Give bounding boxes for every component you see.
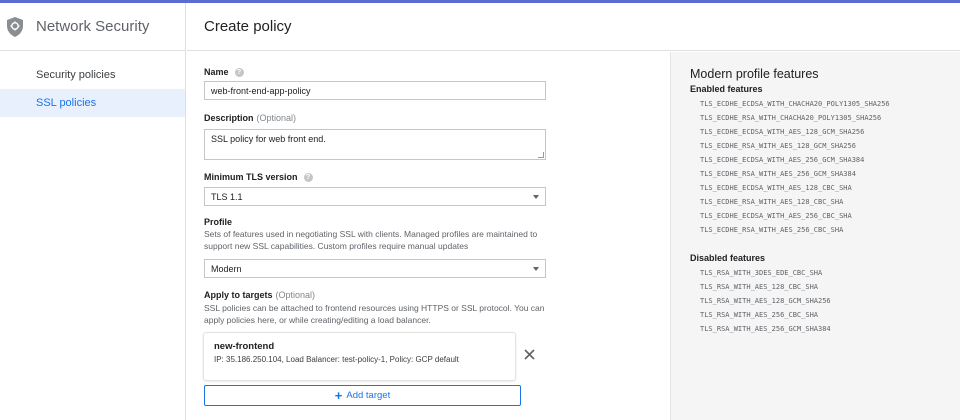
sidebar-item-security-policies[interactable]: Security policies xyxy=(0,61,185,89)
app-title: Network Security xyxy=(36,18,150,35)
feature-item: TLS_ECDHE_ECDSA_WITH_AES_128_CBC_SHA xyxy=(700,184,852,192)
feature-item: TLS_RSA_WITH_AES_128_GCM_SHA256 xyxy=(700,297,831,305)
description-textarea[interactable]: SSL policy for web front end. xyxy=(204,129,546,160)
sidebar-header: Network Security xyxy=(0,3,185,51)
feature-item: TLS_ECDHE_RSA_WITH_CHACHA20_POLY1305_SHA… xyxy=(700,114,882,122)
sidebar-item-label: SSL policies xyxy=(36,97,97,109)
feature-item: TLS_RSA_WITH_AES_256_GCM_SHA384 xyxy=(700,325,831,333)
profile-features-panel: Modern profile features Enabled features… xyxy=(670,52,960,420)
sidebar-item-ssl-policies[interactable]: SSL policies xyxy=(0,89,185,117)
targets-label: Apply to targets (Optional) xyxy=(204,290,316,300)
close-icon xyxy=(523,348,535,360)
feature-item: TLS_ECDHE_RSA_WITH_AES_128_CBC_SHA xyxy=(700,198,844,206)
name-input[interactable]: web-front-end-app-policy xyxy=(204,81,546,100)
chevron-down-icon xyxy=(533,194,539,199)
target-name: new-frontend xyxy=(214,341,275,352)
feature-item: TLS_ECDHE_RSA_WITH_AES_128_GCM_SHA256 xyxy=(700,142,856,150)
targets-description: SSL policies can be attached to frontend… xyxy=(204,303,545,325)
description-label: Description (Optional) xyxy=(204,113,297,123)
disabled-features-heading: Disabled features xyxy=(690,253,766,263)
help-icon[interactable]: ? xyxy=(303,172,313,182)
target-card: new-frontend IP: 35.186.250.104, Load Ba… xyxy=(204,333,515,380)
name-label: Name ? xyxy=(204,67,244,77)
feature-item: TLS_ECDHE_ECDSA_WITH_CHACHA20_POLY1305_S… xyxy=(700,100,890,108)
sidebar-item-label: Security policies xyxy=(36,69,116,81)
feature-item: TLS_RSA_WITH_3DES_EDE_CBC_SHA xyxy=(700,269,823,277)
feature-item: TLS_ECDHE_ECDSA_WITH_AES_256_CBC_SHA xyxy=(700,212,852,220)
feature-item: TLS_ECDHE_ECDSA_WITH_AES_128_GCM_SHA256 xyxy=(700,128,865,136)
optional-hint: (Optional) xyxy=(256,113,297,123)
add-target-label: Add target xyxy=(346,390,391,401)
add-target-button[interactable]: + Add target xyxy=(204,385,521,406)
enabled-features-list: TLS_ECDHE_ECDSA_WITH_CHACHA20_POLY1305_S… xyxy=(690,97,960,237)
chevron-down-icon xyxy=(533,266,539,271)
feature-item: TLS_RSA_WITH_AES_256_CBC_SHA xyxy=(700,311,819,319)
tls-version-label: Minimum TLS version ? xyxy=(204,172,313,182)
remove-target-button[interactable] xyxy=(522,347,536,361)
tls-version-select[interactable]: TLS 1.1 xyxy=(204,187,546,206)
feature-item: TLS_ECDHE_RSA_WITH_AES_256_CBC_SHA xyxy=(700,226,844,234)
sidebar: Network Security Security policies SSL p… xyxy=(0,3,186,420)
page-title: Create policy xyxy=(204,18,292,35)
enabled-features-heading: Enabled features xyxy=(690,84,763,94)
target-detail: IP: 35.186.250.104, Load Balancer: test-… xyxy=(214,355,459,364)
plus-icon: + xyxy=(334,388,343,403)
page-header: Create policy xyxy=(187,3,960,51)
help-icon[interactable]: ? xyxy=(234,67,244,77)
feature-item: TLS_ECDHE_RSA_WITH_AES_256_GCM_SHA384 xyxy=(700,170,856,178)
optional-hint: (Optional) xyxy=(275,290,316,300)
feature-item: TLS_ECDHE_ECDSA_WITH_AES_256_GCM_SHA384 xyxy=(700,156,865,164)
profile-description: Sets of features used in negotiating SSL… xyxy=(204,229,538,251)
panel-title: Modern profile features xyxy=(690,67,819,81)
disabled-features-list: TLS_RSA_WITH_3DES_EDE_CBC_SHA TLS_RSA_WIT… xyxy=(690,266,960,336)
profile-select[interactable]: Modern xyxy=(204,259,546,278)
resize-handle-icon[interactable] xyxy=(538,152,544,158)
profile-label: Profile xyxy=(204,217,233,227)
feature-item: TLS_RSA_WITH_AES_128_CBC_SHA xyxy=(700,283,819,291)
shield-icon xyxy=(4,15,26,39)
